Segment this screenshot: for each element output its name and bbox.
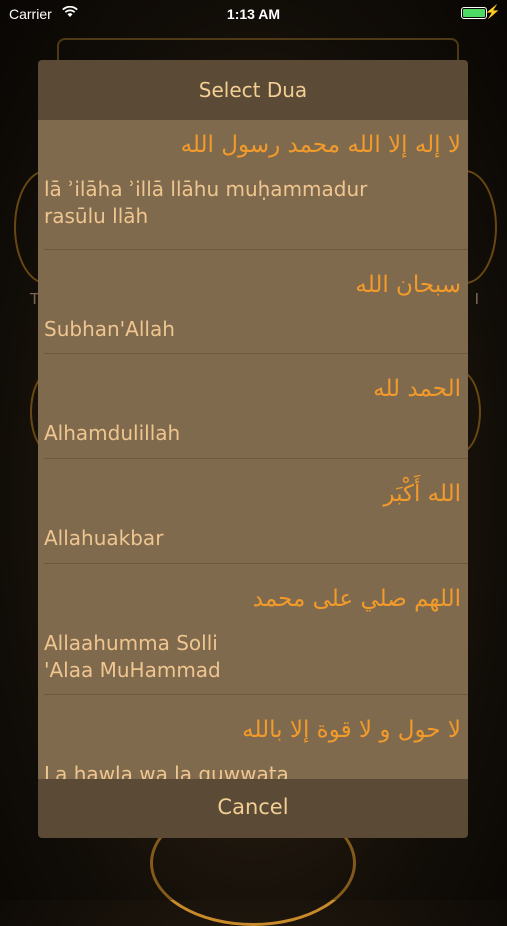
sheet-header: Select Dua [38, 60, 468, 120]
dua-option[interactable]: لا إله إلا الله محمد رسول الله lā ʾilāha… [44, 120, 468, 250]
dua-transliteration-line1: Allaahumma Solli [44, 631, 218, 655]
charging-bolt-icon: ⚡ [484, 4, 501, 19]
dua-arabic: سبحان الله [355, 272, 461, 298]
dua-transliteration-line1: Allahuakbar [44, 526, 164, 550]
dua-arabic: الحمد لله [373, 376, 461, 402]
dua-transliteration: lā ʾilāha ʾillā llāhu muḥammadur rasūlu … [44, 168, 468, 242]
dua-arabic: لا إله إلا الله محمد رسول الله [180, 132, 461, 158]
dua-transliteration-line1: Subhan'Allah [44, 317, 175, 341]
dua-option[interactable]: لا حول و لا قوة إلا بالله La hawla wa la… [44, 695, 468, 779]
select-dua-sheet: Select Dua لا إله إلا الله محمد رسول الل… [38, 60, 468, 838]
dua-transliteration: La hawla wa la quwwata [44, 753, 468, 779]
clock: 1:13 AM [226, 6, 281, 22]
dua-list[interactable]: لا إله إلا الله محمد رسول الله lā ʾilāha… [38, 120, 468, 779]
dua-arabic: اللهم صلي على محمد [252, 586, 461, 612]
dua-option[interactable]: الله أَكْبَر Allahuakbar [44, 459, 468, 564]
dua-transliteration: Subhan'Allah [44, 308, 468, 355]
cancel-label: Cancel [217, 795, 289, 819]
dua-transliteration-line2: 'Alaa MuHammad [44, 658, 221, 682]
dua-option[interactable]: اللهم صلي على محمد Allaahumma Solli 'Ala… [44, 564, 468, 695]
dua-arabic: لا حول و لا قوة إلا بالله [242, 717, 461, 743]
dua-option[interactable]: سبحان الله Subhan'Allah [44, 250, 468, 354]
dua-transliteration-line2: rasūlu llāh [44, 204, 149, 228]
cancel-button[interactable]: Cancel [38, 779, 468, 838]
dua-option[interactable]: الحمد لله Alhamdulillah [44, 354, 468, 459]
dua-transliteration-line1: lā ʾilāha ʾillā llāhu muḥammadur [44, 177, 368, 201]
dua-transliteration: Alhamdulillah [44, 412, 468, 459]
dua-transliteration: Allaahumma Solli 'Alaa MuHammad [44, 622, 468, 696]
dua-arabic: الله أَكْبَر [383, 481, 461, 507]
dua-transliteration-line1: La hawla wa la quwwata [44, 762, 289, 779]
dua-transliteration: Allahuakbar [44, 517, 468, 564]
status-bar: Carrier 1:13 AM ⚡ [0, 0, 507, 28]
battery-icon [461, 7, 487, 19]
sheet-title: Select Dua [198, 78, 308, 102]
dua-transliteration-line1: Alhamdulillah [44, 421, 181, 445]
